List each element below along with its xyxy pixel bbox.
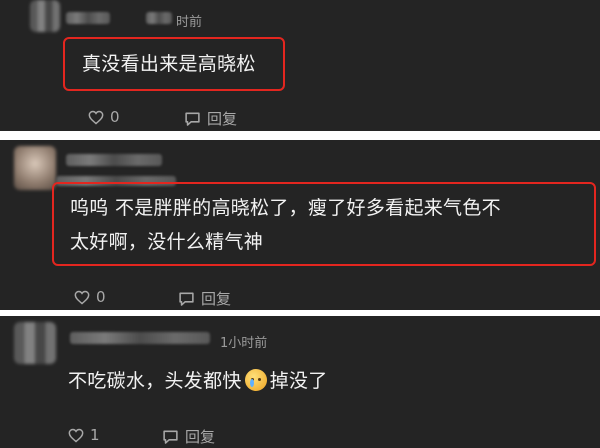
like-button[interactable]: 0 bbox=[88, 108, 120, 126]
like-count: 0 bbox=[96, 288, 106, 306]
heart-icon bbox=[88, 110, 104, 124]
reply-button[interactable]: 回复 bbox=[162, 426, 215, 447]
comment-card-3: 1小时前 不吃碳水，头发都快 掉没了 1 回复 bbox=[0, 316, 600, 448]
comment-text-after: 掉没了 bbox=[269, 370, 328, 392]
avatar[interactable] bbox=[30, 0, 60, 32]
comment-text-before: 不吃碳水，头发都快 bbox=[68, 370, 242, 392]
comment-text-line-2: 太好啊，没什么精气神 bbox=[70, 231, 264, 253]
comment-card-2: 呜呜 不是胖胖的高晓松了，瘦了好多看起来气色不 太好啊，没什么精气神 0 回复 bbox=[0, 140, 600, 310]
heart-icon bbox=[68, 428, 84, 442]
reply-label: 回复 bbox=[185, 428, 216, 446]
reply-label: 回复 bbox=[201, 290, 232, 308]
comment-card-1: 时前 真没看出来是高晓松 0 回复 bbox=[0, 0, 600, 131]
username-blurred[interactable] bbox=[66, 154, 162, 166]
reply-button[interactable]: 回复 bbox=[178, 288, 231, 309]
avatar[interactable] bbox=[14, 322, 56, 364]
comment-time: 1小时前 bbox=[220, 336, 268, 351]
like-button[interactable]: 0 bbox=[74, 288, 106, 306]
username-blurred[interactable] bbox=[66, 12, 110, 24]
reply-button[interactable]: 回复 bbox=[184, 108, 237, 129]
comment-bubble-icon bbox=[163, 430, 178, 444]
reply-label: 回复 bbox=[207, 110, 238, 128]
heart-icon bbox=[74, 290, 90, 304]
username-blurred bbox=[146, 12, 172, 24]
username-blurred[interactable] bbox=[70, 332, 210, 344]
avatar[interactable] bbox=[14, 146, 56, 190]
like-button[interactable]: 1 bbox=[68, 426, 100, 444]
comment-bubble-icon bbox=[179, 292, 194, 306]
comment-time: 时前 bbox=[176, 15, 203, 30]
comment-bubble-icon bbox=[185, 112, 200, 126]
comment-text: 不吃碳水，头发都快 掉没了 bbox=[68, 364, 328, 398]
like-count: 1 bbox=[90, 426, 100, 444]
crying-face-emoji bbox=[244, 369, 267, 391]
comment-text-line-1: 呜呜 不是胖胖的高晓松了，瘦了好多看起来气色不 bbox=[70, 197, 501, 219]
like-count: 0 bbox=[110, 108, 120, 126]
comment-text: 真没看出来是高晓松 bbox=[82, 53, 256, 75]
